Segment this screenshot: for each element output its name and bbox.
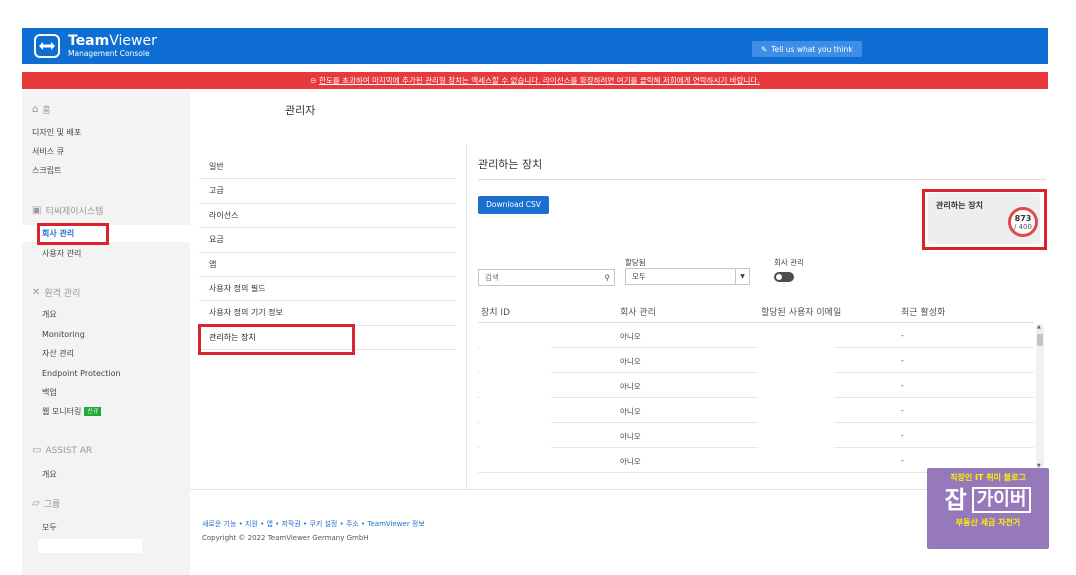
new-badge: 신규 [84,407,102,416]
usage-ring: 873 / 400 [1008,207,1038,237]
chevron-down-icon: ▼ [735,269,749,284]
feedback-button[interactable]: ✎ Tell us what you think [752,41,862,57]
sidebar-item-overview[interactable]: 개요 [22,306,190,323]
column-header-device-id[interactable]: 장치 ID [481,305,510,318]
column-divider [466,144,467,489]
assigned-select[interactable]: 모두 ▼ [625,268,750,285]
company-managed-toggle[interactable] [774,272,794,282]
sidebar-section-groups[interactable]: ▱ 그룹 [32,497,60,510]
page-title: 관리자 [285,104,316,117]
footer-divider [190,489,1046,490]
subnav-advanced[interactable]: 고급 [199,179,456,204]
table-row[interactable]: 아니오 - [478,398,1034,423]
stat-value: 873 [1014,214,1032,223]
redacted-emails [758,327,834,467]
sidebar-item-backup[interactable]: 백업 [22,384,190,401]
sidebar-item-endpoint[interactable]: Endpoint Protection [22,365,190,382]
subnav-apps[interactable]: 앱 [199,253,456,277]
subnav-managed-devices[interactable]: 관리하는 장치 [199,326,456,351]
top-header: TeamViewer Management Console ✎ Tell us … [22,28,1048,64]
content-divider [478,179,1046,180]
footer-links[interactable]: 새로운 기능 • 지원 • 앱 • 저작권 • 쿠키 설정 • 주소 • Tea… [202,519,425,529]
devices-table: 아니오 - 아니오 - 아니오 - 아니오 - 아니오 - 아니오 - [478,323,1034,473]
blog-watermark: 직장인 IT 취미 블로그 잡 가이버 부동산 세금 자전거 [927,468,1049,549]
edit-icon: ✎ [761,44,768,54]
column-header-last-active[interactable]: 최근 활성화 [901,305,945,318]
sidebar: ⌂ 홈 디자인 및 배포 서비스 큐 스크립트 ▣ 티씨제이시스템 회사 관리 사용… [22,91,190,575]
folder-icon: ▱ [32,498,40,509]
table-scrollbar[interactable]: ▲ ▼ [1036,324,1044,469]
search-icon: ⚲ [604,273,611,282]
column-header-assigned-email[interactable]: 할당된 사용자 이메일 [761,305,841,318]
sidebar-item-user-admin[interactable]: 사용자 관리 [22,245,190,262]
settings-subnav: 일반 고급 라이선스 요금 앱 사용자 정의 필드 사용자 정의 기기 정보 관… [199,155,456,351]
column-header-company-managed[interactable]: 회사 관리 [620,305,656,318]
footer-copyright: Copyright © 2022 TeamViewer Germany GmbH [202,534,369,542]
sidebar-section-assist[interactable]: ▭ ASSIST AR [32,445,92,456]
scroll-up-icon[interactable]: ▲ [1037,324,1041,330]
sidebar-item-monitoring[interactable]: Monitoring [22,326,190,343]
sidebar-item-assist-overview[interactable]: 개요 [22,466,190,483]
home-icon: ⌂ [32,104,39,115]
sidebar-item-all[interactable]: 모두 [22,519,190,536]
stat-max: / 400 [1014,223,1032,231]
table-row[interactable]: 아니오 - [478,423,1034,448]
warning-icon: ⊝ [310,76,319,85]
subnav-custom-fields[interactable]: 사용자 정의 필드 [199,277,456,302]
subnav-general[interactable]: 일반 [199,155,456,180]
sidebar-item-design[interactable]: 디자인 및 배포 [22,124,190,141]
brand-subtitle: Management Console [68,49,150,59]
remote-icon: ✕ [32,287,41,298]
license-warning-banner[interactable]: ⊝ 한도를 초과하여 마지막에 추가된 관리형 장치는 액세스할 수 없습니다.… [22,72,1048,89]
stat-label: 관리하는 장치 [936,201,983,210]
building-icon: ▣ [32,205,42,216]
sidebar-item-service-queue[interactable]: 서비스 큐 [22,143,190,160]
company-managed-filter-label: 회사 관리 [774,258,804,267]
table-row[interactable]: 아니오 - [478,323,1034,348]
sidebar-item-scripts[interactable]: 스크립트 [22,162,190,179]
redacted-company-name [198,98,278,118]
banner-link[interactable]: 한도를 초과하여 마지막에 추가된 관리형 장치는 액세스할 수 없습니다. 라… [319,76,760,85]
sidebar-item-assets[interactable]: 자산 관리 [22,345,190,362]
table-row[interactable]: 아니오 - [478,348,1034,373]
teamviewer-logo-icon [34,34,60,58]
subnav-custom-device-info[interactable]: 사용자 정의 기기 정보 [199,301,456,326]
sidebar-section-company[interactable]: ▣ 티씨제이시스템 [32,204,103,217]
brand-name: TeamViewer [68,33,157,50]
search-input[interactable]: 검색 ⚲ [478,269,615,286]
sidebar-item-web-monitoring[interactable]: 웹 모니터링 신규 [22,403,190,420]
redacted-device-ids [480,327,551,467]
sidebar-home[interactable]: ⌂ 홈 [32,103,51,116]
subnav-license[interactable]: 라이선스 [199,204,456,229]
sidebar-section-remote[interactable]: ✕ 원격 관리 [32,286,80,299]
sidebar-item-company-admin[interactable]: 회사 관리 [22,225,190,242]
assigned-filter-label: 할당됨 [625,258,646,267]
assist-ar-icon: ▭ [32,445,42,456]
download-csv-button[interactable]: Download CSV [478,196,549,214]
teamviewer-logo[interactable]: TeamViewer Management Console [34,34,157,58]
table-row[interactable]: 아니오 - [478,373,1034,398]
redacted-area [38,539,142,553]
subnav-billing[interactable]: 요금 [199,228,456,253]
scroll-thumb[interactable] [1037,334,1043,346]
managed-devices-stat-card: 관리하는 장치 873 / 400 [928,193,1040,244]
content-title: 관리하는 장치 [478,158,543,171]
